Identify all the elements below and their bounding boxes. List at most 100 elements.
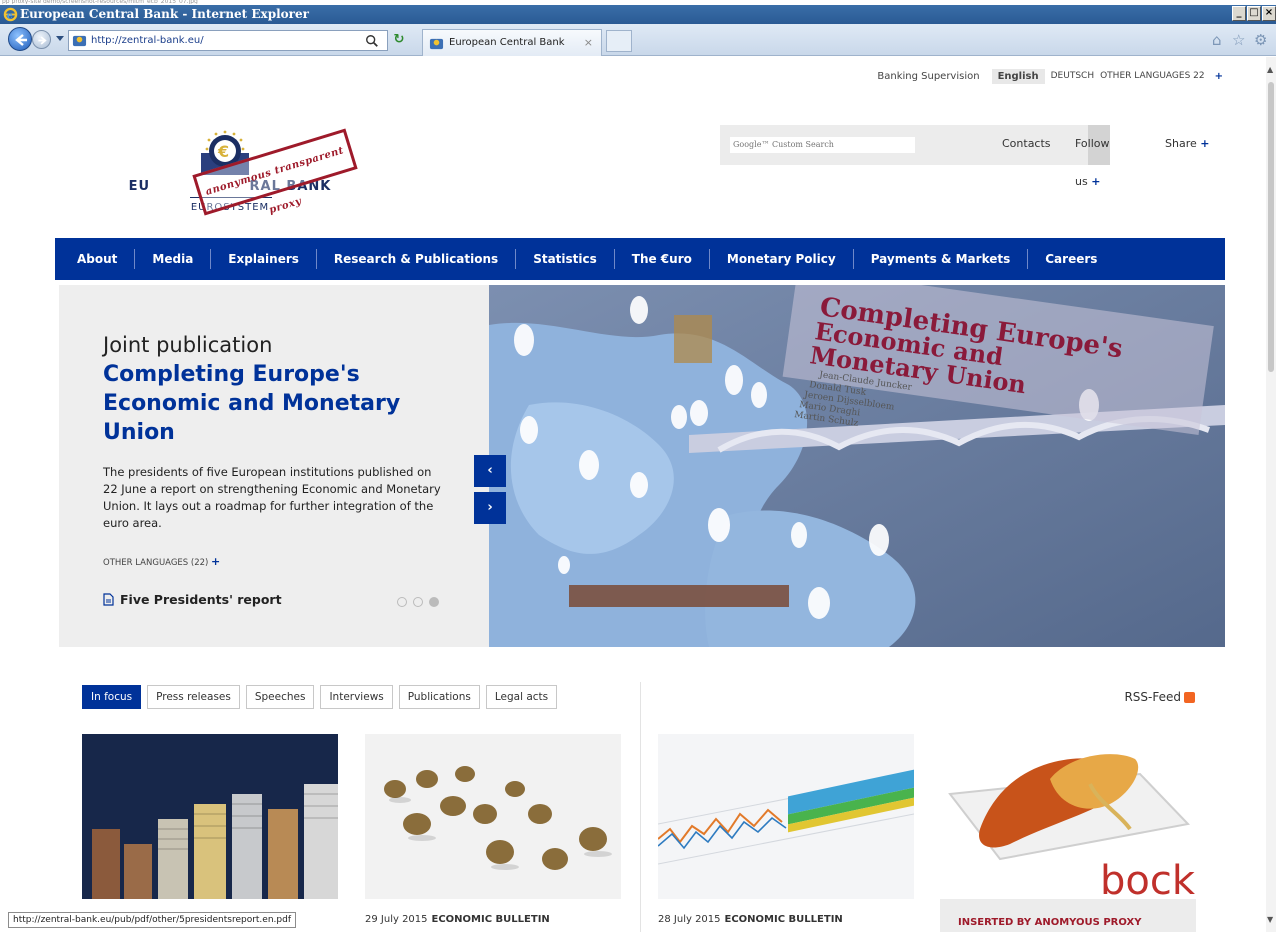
scattered-coins-image (365, 734, 621, 899)
main-navigation: About Media Explainers Research & Public… (55, 238, 1225, 280)
nav-statistics[interactable]: Statistics (516, 249, 615, 269)
nav-media[interactable]: Media (135, 249, 212, 269)
coin-stacks-image (82, 734, 338, 899)
home-icon[interactable]: ⌂ (1212, 32, 1222, 48)
bockwurst-image: bock (940, 734, 1196, 899)
rss-feed-link[interactable]: RSS-Feed (1124, 690, 1195, 704)
financial-chart-image (658, 734, 914, 899)
window-controls: _ □ × (1232, 6, 1276, 23)
carousel-dot-3[interactable] (429, 597, 439, 607)
feed-divider (640, 682, 641, 932)
other-languages-plus-icon[interactable]: + (1215, 71, 1223, 82)
nav-monetary-policy[interactable]: Monetary Policy (710, 249, 854, 269)
search-icon[interactable] (365, 34, 379, 48)
share-link[interactable]: Share + (1165, 125, 1209, 163)
internet-explorer-icon: e (3, 7, 18, 22)
browser-toolbar: http://zentral-bank.eu/ ↻ European Centr… (0, 24, 1276, 56)
feed-tab-in-focus[interactable]: In focus (82, 685, 142, 709)
inserted-proxy-banner: INSERTED BY ANOMYOUS PROXY (940, 899, 1196, 932)
nav-about[interactable]: About (65, 249, 136, 269)
header-tools: Contacts Follow us + (720, 125, 1110, 188)
hero-text-block: Joint publication Completing Europe's Ec… (103, 331, 443, 532)
hero-languages-plus-icon: + (211, 555, 221, 568)
feed-tab-interviews[interactable]: Interviews (320, 685, 393, 709)
card-image-scattered-coins[interactable] (365, 734, 621, 899)
ecb-page: Banking Supervision English DEUTSCH OTHE… (55, 65, 1225, 932)
feed-tab-press-releases[interactable]: Press releases (147, 685, 240, 709)
feed-tab-publications[interactable]: Publications (398, 685, 480, 709)
carousel-prev-button[interactable]: ‹ (474, 455, 506, 487)
feed-tab-speeches[interactable]: Speeches (245, 685, 315, 709)
card-meta-1[interactable]: 29 July 2015 ECONOMIC BULLETIN (365, 914, 550, 925)
feed-tab-legal-acts[interactable]: Legal acts (485, 685, 558, 709)
page-scrollbar[interactable]: ▲ ▼ (1266, 57, 1276, 932)
back-arrow-icon (15, 34, 27, 46)
hero-other-languages[interactable]: OTHER LANGUAGES (22) + (103, 555, 220, 568)
back-button[interactable] (8, 27, 32, 51)
card-image-bockwurst[interactable]: bock (940, 734, 1196, 899)
scroll-thumb[interactable] (1268, 82, 1274, 372)
favorites-star-icon[interactable]: ☆ (1232, 32, 1245, 48)
card-image-financial-chart[interactable] (658, 734, 914, 899)
svg-text:e: e (7, 10, 13, 21)
address-url[interactable]: http://zentral-bank.eu/ (91, 31, 204, 50)
contacts-link[interactable]: Contacts (1002, 125, 1051, 163)
carousel-dot-2[interactable] (413, 597, 423, 607)
hero-description: The presidents of five European institut… (103, 465, 441, 530)
page-viewport: Banking Supervision English DEUTSCH OTHE… (0, 57, 1276, 932)
tab-label: European Central Bank (449, 37, 565, 48)
new-tab-button[interactable] (606, 30, 632, 52)
hero-carousel: Joint publication Completing Europe's Ec… (59, 285, 1225, 647)
minimize-button[interactable]: _ (1232, 6, 1246, 21)
hero-image: Completing Europe's Economic and Monetar… (489, 285, 1225, 647)
window-titlebar[interactable]: e European Central Bank - Internet Explo… (0, 5, 1276, 24)
site-search-input[interactable] (730, 137, 915, 153)
file-path-text: pp proxy-site demo/screenshot-resources/… (0, 0, 1276, 4)
hero-title[interactable]: Completing Europe's Economic and Monetar… (103, 360, 443, 447)
five-presidents-report-link[interactable]: Five Presidents' report (103, 592, 282, 607)
language-english[interactable]: English (991, 68, 1045, 84)
forward-button[interactable] (32, 30, 51, 49)
emu-map-image: Completing Europe's Economic and Monetar… (489, 285, 1225, 647)
pdf-document-icon (103, 593, 114, 606)
refresh-button[interactable]: ↻ (390, 32, 408, 48)
follow-us-link[interactable]: Follow us + (1075, 125, 1110, 201)
tab-favicon-icon (429, 38, 444, 50)
carousel-next-button[interactable]: › (474, 492, 506, 524)
status-bar-url: http://zentral-bank.eu/pub/pdf/other/5pr… (8, 912, 296, 928)
card-image-coins-stacks[interactable] (82, 734, 338, 899)
nav-careers[interactable]: Careers (1028, 249, 1114, 269)
forward-arrow-icon (38, 36, 47, 45)
history-dropdown-icon[interactable] (56, 36, 64, 41)
carousel-dot-1[interactable] (397, 597, 407, 607)
rss-icon (1184, 691, 1195, 703)
tab-close-icon[interactable]: × (584, 30, 593, 55)
utility-links: Banking Supervision English DEUTSCH OTHE… (877, 68, 1223, 84)
nav-research-publications[interactable]: Research & Publications (317, 249, 517, 269)
scroll-down-icon[interactable]: ▼ (1267, 915, 1273, 924)
share-plus-icon: + (1200, 137, 1210, 150)
feed-tabs: In focus Press releases Speeches Interviews… (82, 685, 558, 709)
card-meta-2[interactable]: 28 July 2015 ECONOMIC BULLETIN (658, 914, 843, 925)
window-title: European Central Bank - Internet Explore… (20, 7, 309, 21)
follow-plus-icon: + (1091, 175, 1101, 188)
news-feed: In focus Press releases Speeches Interviews… (55, 657, 1225, 932)
svg-text:€: € (217, 142, 229, 161)
tools-gear-icon[interactable]: ⚙ (1254, 32, 1267, 48)
close-button[interactable]: × (1262, 6, 1276, 21)
address-bar[interactable]: http://zentral-bank.eu/ (68, 30, 455, 51)
banking-supervision-link[interactable]: Banking Supervision (877, 71, 979, 82)
maximize-button[interactable]: □ (1247, 6, 1261, 21)
carousel-indicators (397, 597, 439, 607)
scroll-up-icon[interactable]: ▲ (1267, 65, 1273, 74)
ecb-logo[interactable]: € EU RAL BANK EUROSYSTEM anonymous trans… (115, 127, 358, 225)
nav-payments-markets[interactable]: Payments & Markets (854, 249, 1029, 269)
hero-kicker: Joint publication (103, 333, 273, 357)
nav-the-euro[interactable]: The €uro (615, 249, 710, 269)
site-favicon-icon (72, 35, 87, 47)
browser-tab[interactable]: European Central Bank × (422, 29, 602, 56)
other-languages-link[interactable]: OTHER LANGUAGES 22 (1100, 71, 1205, 81)
language-deutsch[interactable]: DEUTSCH (1051, 71, 1094, 81)
nav-explainers[interactable]: Explainers (211, 249, 317, 269)
bock-text: bock (1100, 858, 1196, 899)
